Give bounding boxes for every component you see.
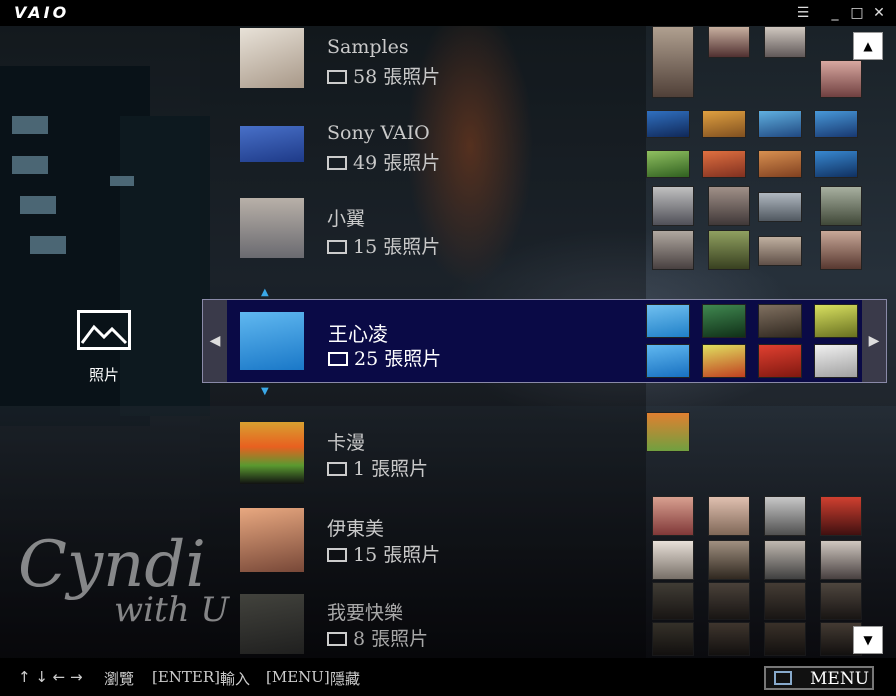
menu-button-label: MENU [810,669,870,689]
photo-category[interactable]: 照片 [74,310,134,385]
menu-icon [774,671,792,685]
album-count: 8 張照片 [327,624,428,651]
right-arrow-icon[interactable]: ▶ [862,300,886,382]
photo-icon [327,548,347,562]
photo-icon [327,240,347,254]
album-count: 58 張照片 [327,62,440,89]
cyndi-signature-watermark: Cyndi with U [18,528,229,630]
nav-hint-label: 瀏覽 [104,670,135,688]
album-name: 小翼 [327,208,366,230]
album-thumbnail [240,312,304,370]
album-thumbnail [240,198,304,258]
album-item[interactable]: 伊東美 15 張照片 [200,508,646,596]
album-count: 15 張照片 [327,540,440,567]
photo-category-label: 照片 [88,366,119,384]
menu-button[interactable]: MENU [764,666,874,690]
album-name: 卡漫 [327,432,366,454]
album-count: 49 張照片 [327,148,440,175]
album-name: 我要快樂 [327,602,404,624]
maximize-button[interactable]: □ [848,4,866,22]
album-count: 15 張照片 [327,232,440,259]
enter-key-hint: [ENTER] [152,668,221,686]
photo-icon [327,156,347,170]
scroll-up-indicator-icon: ▲ [261,287,269,298]
photo-icon [327,462,347,476]
album-name: 王心凌 [328,322,388,346]
status-bar: ↑ ↓ ← → 瀏覽 [ENTER] 輸入 [MENU] 隱藏 [0,658,896,696]
menu-hint-label: 隱藏 [330,670,361,688]
menu-key-hint: [MENU] [266,668,330,686]
album-thumbnail [240,28,304,88]
scroll-down-button[interactable]: ▼ [853,626,883,654]
album-thumbnail [240,126,304,162]
title-bar: VAIO ☰ _ □ ✕ [0,0,896,26]
vaio-logo: VAIO [14,3,70,22]
photo-icon [328,352,348,366]
album-count: 1 張照片 [327,454,428,481]
photo-icon [327,70,347,84]
album-item[interactable]: 小翼 15 張照片 [200,198,646,286]
minimize-button[interactable]: _ [826,4,844,22]
album-thumbnail [240,508,304,572]
album-count: 25 張照片 [328,344,441,371]
photo-icon [327,632,347,646]
album-name: Sony VAIO [327,122,430,144]
album-name: Samples [327,36,409,58]
scroll-up-button[interactable]: ▲ [853,32,883,60]
album-item[interactable]: 卡漫 1 張照片 [200,422,646,510]
playlist-icon[interactable]: ☰ [794,4,812,22]
album-item[interactable]: Sony VAIO 49 張照片 [200,116,646,204]
close-button[interactable]: ✕ [870,4,888,22]
arrow-keys-icon: ↑ ↓ ← → [18,668,83,686]
photo-icon [77,310,131,350]
scroll-down-indicator-icon: ▼ [261,386,269,397]
left-arrow-icon[interactable]: ◀ [203,300,227,382]
album-thumbnail [240,594,304,654]
album-thumbnail [240,422,304,484]
enter-hint-label: 輸入 [220,670,251,688]
album-item[interactable]: Samples 58 張照片 [200,26,646,114]
album-name: 伊東美 [327,518,385,540]
